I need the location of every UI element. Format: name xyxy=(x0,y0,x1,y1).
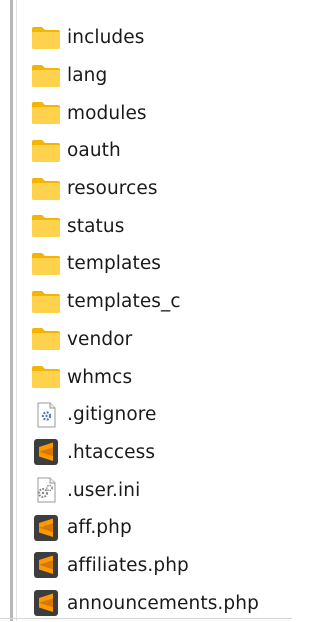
file-name: templates_c xyxy=(67,291,181,313)
file-name: status xyxy=(67,215,125,237)
file-name: templates xyxy=(67,253,162,275)
list-item-folder-oauth[interactable]: oauth xyxy=(30,132,292,170)
file-name: vendor xyxy=(67,328,133,350)
list-item-file-htaccess[interactable]: .htaccess xyxy=(30,434,292,472)
list-item-folder-includes[interactable]: includes xyxy=(30,19,292,57)
file-name: lang xyxy=(67,65,108,87)
file-name: affiliates.php xyxy=(67,554,189,576)
list-item-folder-lang[interactable]: lang xyxy=(30,57,292,95)
folder-icon xyxy=(30,250,62,278)
pane-left-border xyxy=(10,0,13,621)
folder-icon xyxy=(30,325,62,353)
file-name: .user.ini xyxy=(67,479,141,501)
file-name: .gitignore xyxy=(67,404,157,426)
list-item-file-announcements-php[interactable]: announcements.php xyxy=(30,584,292,622)
file-name: announcements.php xyxy=(67,592,259,614)
list-item-folder-templates[interactable]: templates xyxy=(30,245,292,283)
list-item-folder-templates-c[interactable]: templates_c xyxy=(30,283,292,321)
sublime-text-icon xyxy=(30,551,62,579)
folder-icon xyxy=(30,24,62,52)
list-item-folder-whmcs[interactable]: whmcs xyxy=(30,358,292,396)
list-item-file-aff-php[interactable]: aff.php xyxy=(30,509,292,547)
list-item-folder-status[interactable]: status xyxy=(30,207,292,245)
list-item-file-gitignore[interactable]: .gitignore xyxy=(30,396,292,434)
list-item-file-user-ini[interactable]: .user.ini xyxy=(30,471,292,509)
folder-icon xyxy=(30,175,62,203)
folder-icon xyxy=(30,363,62,391)
folder-icon xyxy=(30,288,62,316)
file-list: includes lang modules oauth resources st… xyxy=(30,19,292,622)
file-name: .htaccess xyxy=(67,441,156,463)
folder-icon xyxy=(30,212,62,240)
sublime-text-icon xyxy=(30,589,62,617)
file-name: modules xyxy=(67,102,147,124)
folder-icon xyxy=(30,99,62,127)
file-name: aff.php xyxy=(67,517,132,539)
folder-icon xyxy=(30,137,62,165)
list-item-file-affiliates-php[interactable]: affiliates.php xyxy=(30,547,292,585)
list-item-folder-vendor[interactable]: vendor xyxy=(30,321,292,359)
sublime-text-icon xyxy=(30,514,62,542)
settings-file-icon xyxy=(30,476,62,504)
pane-bottom-border xyxy=(0,618,292,619)
file-name: whmcs xyxy=(67,366,133,388)
file-name: includes xyxy=(67,27,145,49)
pane-left-border-highlight xyxy=(16,0,17,621)
gear-file-icon xyxy=(30,401,62,429)
folder-icon xyxy=(30,62,62,90)
file-name: resources xyxy=(67,178,158,200)
list-item-folder-resources[interactable]: resources xyxy=(30,170,292,208)
list-item-folder-modules[interactable]: modules xyxy=(30,94,292,132)
sublime-text-icon xyxy=(30,438,62,466)
file-name: oauth xyxy=(67,140,121,162)
